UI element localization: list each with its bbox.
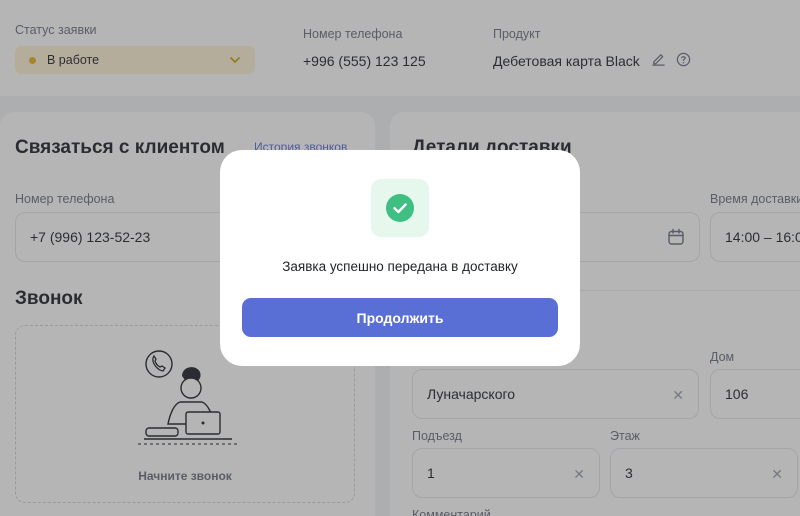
success-modal: Заявка успешно передана в доставку Продо… [220, 150, 580, 366]
success-badge [371, 179, 429, 237]
checkmark-icon [386, 194, 414, 222]
modal-message: Заявка успешно передана в доставку [282, 259, 518, 274]
continue-button[interactable]: Продолжить [242, 298, 558, 337]
